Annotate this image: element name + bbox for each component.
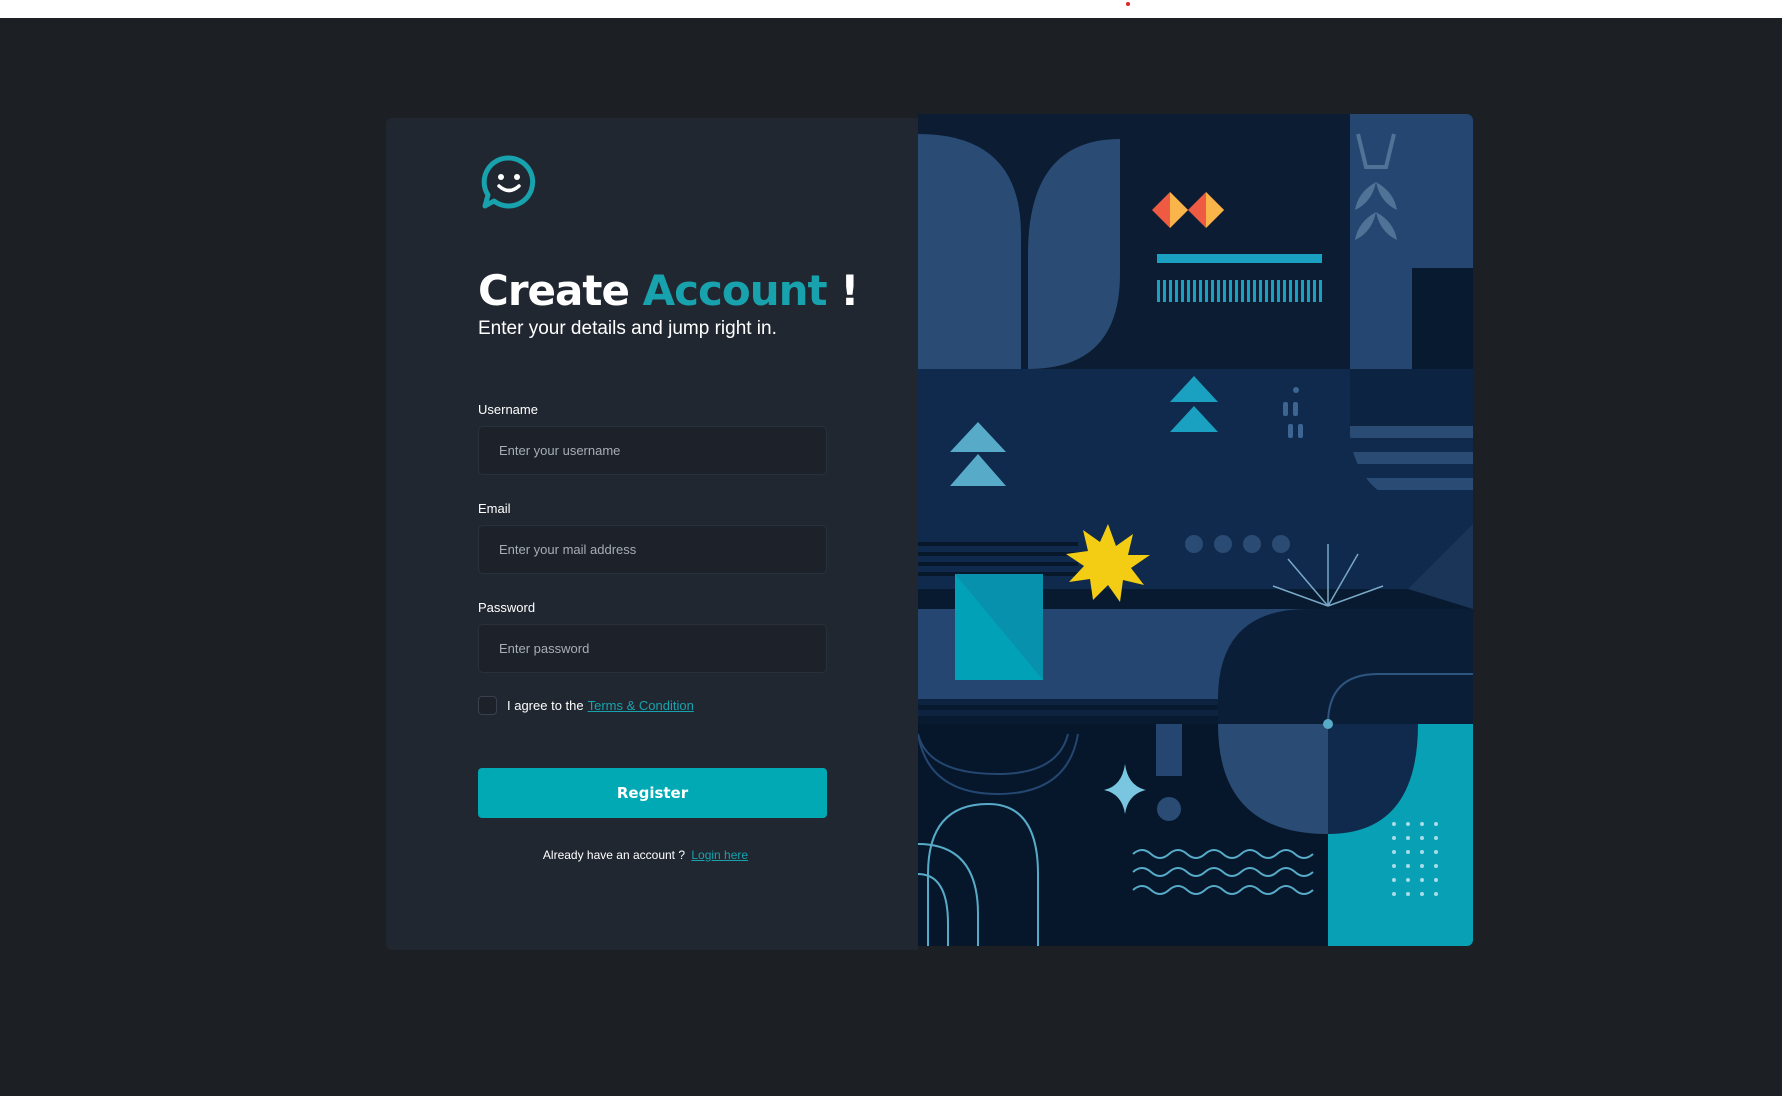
page-title: Create Account !	[478, 266, 859, 315]
register-button[interactable]: Register	[478, 768, 827, 818]
smiley-chat-bubble-icon	[481, 155, 536, 209]
indicator-dot	[1126, 2, 1130, 6]
register-card: Create Account ! Enter your details and …	[386, 114, 1473, 950]
register-form-panel: Create Account ! Enter your details and …	[386, 118, 918, 950]
title-main: Create	[478, 266, 630, 315]
username-input[interactable]	[478, 426, 827, 475]
username-label: Username	[478, 402, 538, 417]
agree-text: I agree to the	[507, 698, 584, 713]
page-subtitle: Enter your details and jump right in.	[478, 318, 777, 339]
password-input[interactable]	[478, 624, 827, 673]
terms-row: I agree to the Terms & Condition	[478, 696, 694, 715]
geometric-illustration	[918, 114, 1473, 946]
email-input[interactable]	[478, 525, 827, 574]
email-label: Email	[478, 501, 511, 516]
title-accent: Account	[642, 266, 828, 315]
decorative-illustration-panel	[918, 114, 1473, 946]
terms-checkbox[interactable]	[478, 696, 497, 715]
browser-top-strip	[0, 0, 1782, 18]
login-link[interactable]: Login here	[691, 848, 748, 862]
login-prompt: Already have an account ? Login here	[478, 848, 813, 862]
title-end: !	[840, 266, 859, 315]
password-label: Password	[478, 600, 536, 615]
have-account-text: Already have an account ?	[542, 848, 686, 862]
terms-link[interactable]: Terms & Condition	[588, 698, 694, 713]
